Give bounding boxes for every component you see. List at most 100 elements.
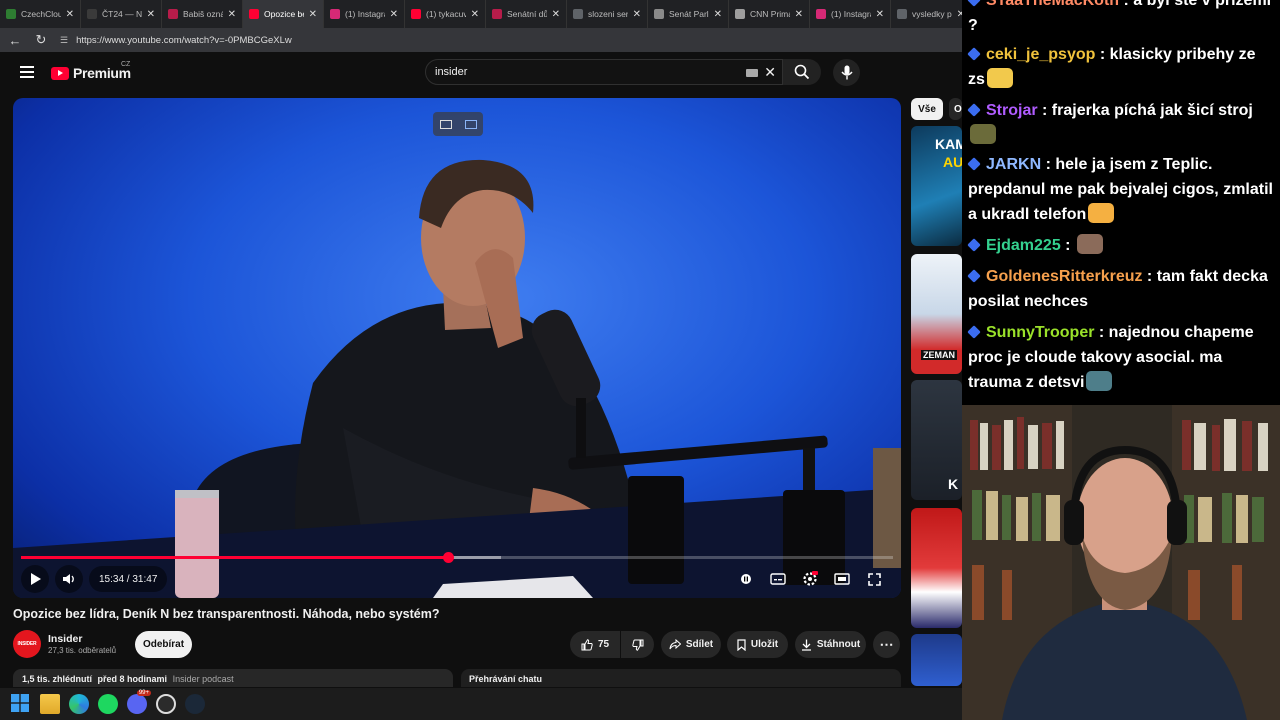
youtube-logo[interactable]: Premium CZ — [51, 61, 131, 81]
search-box[interactable]: insider ✕ — [425, 59, 783, 85]
pause-indicator-icon[interactable] — [735, 568, 757, 590]
steam-icon[interactable] — [185, 694, 205, 714]
chat-username[interactable]: STaaTheMacKoth — [986, 0, 1119, 9]
url-field[interactable]: ☰ https://www.youtube.com/watch?v=-0PMBC… — [60, 31, 962, 49]
edge-browser-icon[interactable] — [69, 694, 89, 714]
chat-message: STaaTheMacKoth : a byl ste v prizemi ? — [967, 0, 1276, 38]
settings-gear-icon[interactable] — [799, 568, 821, 590]
close-tab-icon[interactable]: ✕ — [795, 9, 803, 20]
chat-emote-icon — [1088, 203, 1115, 223]
chat-username[interactable]: ceki_je_psyop — [986, 46, 1095, 63]
screen: CzechClouds✕ČT24 — Nejdůležitější✕Babiš … — [0, 0, 1280, 720]
play-button[interactable] — [21, 565, 49, 593]
save-button[interactable]: Uložit — [727, 631, 788, 658]
close-tab-icon[interactable]: ✕ — [552, 9, 560, 20]
search-button[interactable] — [783, 59, 821, 85]
browser-tab[interactable]: Senátní dům ✕ — [486, 0, 567, 28]
close-tab-icon[interactable]: ✕ — [390, 9, 398, 20]
pip-icon[interactable] — [464, 119, 477, 129]
url-text[interactable]: https://www.youtube.com/watch?v=-0PMBCGe… — [76, 35, 292, 46]
chat-username[interactable]: Strojar — [986, 102, 1038, 119]
chat-emote-icon — [1076, 234, 1103, 254]
related-video-thumb-2[interactable]: ZEMAN — [911, 254, 962, 374]
thumbs-down-icon — [631, 639, 643, 651]
close-tab-icon[interactable]: ✕ — [714, 9, 722, 20]
chat-username[interactable]: JARKN — [986, 156, 1041, 173]
close-tab-icon[interactable]: ✕ — [633, 9, 641, 20]
search-input[interactable]: insider — [435, 66, 467, 78]
back-icon[interactable]: ← — [8, 33, 22, 48]
chat-separator: : — [1119, 0, 1134, 9]
volume-button[interactable] — [55, 565, 83, 593]
browser-tab[interactable]: Opozice bez lídra ✕ — [243, 0, 324, 28]
channel-avatar[interactable]: INSIDER — [13, 630, 41, 658]
browser-tab[interactable]: CzechClouds ✕ — [0, 0, 81, 28]
file-explorer-icon[interactable] — [40, 694, 60, 714]
related-video-thumb-1[interactable]: KAM AU — [911, 126, 962, 246]
chat-username[interactable]: GoldenesRitterkreuz — [986, 268, 1142, 285]
view-count: 1,5 tis. zhlédnutí — [22, 674, 93, 684]
played-progress — [21, 556, 449, 559]
seek-bar[interactable] — [21, 552, 893, 563]
chip-second[interactable]: O — [949, 98, 962, 120]
chat-username[interactable]: SunnyTrooper — [986, 324, 1094, 341]
subtitles-icon[interactable] — [767, 568, 789, 590]
clear-search-icon[interactable]: ✕ — [764, 64, 776, 81]
dislike-button[interactable] — [621, 631, 654, 658]
reload-icon[interactable]: ↻ — [34, 32, 48, 48]
close-tab-icon[interactable]: ✕ — [471, 9, 479, 20]
tab-favicon-icon — [168, 9, 178, 19]
chat-emote-icon — [970, 124, 996, 144]
close-tab-icon[interactable]: ✕ — [147, 9, 155, 20]
browser-tab[interactable]: Babiš oznámil ✕ — [162, 0, 243, 28]
related-video-thumb-5[interactable] — [911, 634, 962, 686]
obs-icon[interactable] — [156, 694, 176, 714]
download-button[interactable]: Stáhnout — [795, 631, 866, 658]
like-button[interactable]: 75 — [570, 631, 620, 658]
browser-tab[interactable]: ČT24 — Nejdůležitější ✕ — [81, 0, 162, 28]
keyboard-icon[interactable] — [746, 69, 758, 77]
video-player[interactable]: 15:34 / 31:47 — [13, 98, 901, 598]
discord-icon[interactable]: 99+ — [127, 690, 151, 714]
close-tab-icon[interactable]: ✕ — [228, 9, 236, 20]
site-info-icon[interactable]: ☰ — [60, 35, 68, 46]
subscriber-badge-icon — [967, 103, 981, 117]
browser-tab[interactable]: slozeni senatu ✕ — [567, 0, 648, 28]
browser-tab[interactable]: CNN Prima ✕ — [729, 0, 810, 28]
related-video-thumb-4[interactable] — [911, 508, 962, 628]
player-overlay-icons — [433, 112, 483, 136]
close-tab-icon[interactable]: ✕ — [309, 9, 317, 20]
description-box[interactable]: 1,5 tis. zhlédnutí před 8 hodinami Insid… — [13, 669, 453, 687]
windows-start-icon[interactable] — [11, 694, 31, 714]
miniplayer-icon[interactable] — [439, 119, 452, 129]
browser-tab[interactable]: vysledky pa✕ — [891, 0, 962, 28]
tab-label: Senát Parlamentu — [669, 9, 709, 19]
chat-replay-header[interactable]: Přehrávání chatu — [461, 669, 901, 687]
description-tag[interactable]: Insider podcast — [173, 674, 234, 684]
more-actions-button[interactable]: ⋯ — [873, 631, 900, 658]
browser-tab[interactable]: (1) tykacuv ✕ — [405, 0, 486, 28]
share-button[interactable]: Sdílet — [661, 631, 721, 658]
browser-tab[interactable]: (1) Instagram ✕ — [810, 0, 891, 28]
voice-search-button[interactable] — [833, 59, 860, 86]
spotify-icon[interactable] — [98, 694, 118, 714]
search-icon — [794, 64, 810, 80]
browser-tab-bar: CzechClouds✕ČT24 — Nejdůležitější✕Babiš … — [0, 0, 962, 28]
chip-all[interactable]: Vše — [911, 98, 943, 120]
discord-badge: 99+ — [136, 690, 151, 696]
fullscreen-icon[interactable] — [863, 568, 885, 590]
share-label: Sdílet — [685, 639, 714, 650]
related-video-thumb-3[interactable]: K — [911, 380, 962, 500]
save-label: Uložit — [750, 639, 779, 650]
close-tab-icon[interactable]: ✕ — [66, 9, 74, 20]
close-tab-icon[interactable]: ✕ — [876, 9, 884, 20]
channel-name[interactable]: Insider — [48, 633, 116, 645]
chat-username[interactable]: Ejdam225 — [986, 237, 1061, 254]
subscribe-button[interactable]: Odebírat — [135, 631, 192, 658]
menu-icon[interactable] — [20, 66, 34, 78]
chat-text: frajerka píchá jak šicí stroj — [1051, 102, 1253, 119]
browser-tab[interactable]: (1) Instagram ✕ — [324, 0, 405, 28]
theater-mode-icon[interactable] — [831, 568, 853, 590]
chat-separator: : — [1037, 102, 1052, 119]
browser-tab[interactable]: Senát Parlamentu ✕ — [648, 0, 729, 28]
